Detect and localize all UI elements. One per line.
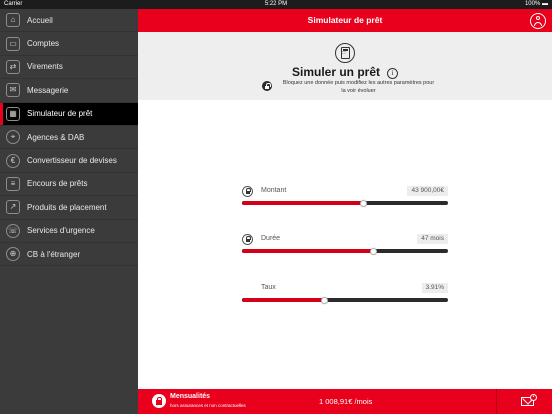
sidebar-item-encours-de-pr-ts[interactable]: ≡ Encours de prêts xyxy=(0,173,138,197)
sidebar-item-label: Messagerie xyxy=(27,85,69,95)
user-icon[interactable] xyxy=(530,12,546,29)
simulator-intro: Simuler un prêt i Bloquez une donnée puis… xyxy=(138,32,552,100)
sidebar-item-comptes[interactable]: ▭ Comptes xyxy=(0,32,138,56)
slider-fill xyxy=(242,298,325,302)
clock: 5:22 PM xyxy=(264,1,288,7)
monthly-subtitle: hors assurances et non contractuelles xyxy=(170,403,246,408)
slider-fill xyxy=(242,201,364,205)
sidebar-item-produits-de-placement[interactable]: ↗ Produits de placement xyxy=(0,196,138,220)
sidebar-item-label: CB à l'étranger xyxy=(27,249,81,259)
sidebar-item-agences-dab[interactable]: ⌖ Agences & DAB xyxy=(0,126,138,150)
sidebar-item-label: Services d'urgence xyxy=(27,226,95,236)
globe-icon: ⊕ xyxy=(6,247,20,262)
list-icon: ≡ xyxy=(6,176,20,191)
mail-badge: • xyxy=(530,394,537,401)
simulator-heading-text: Simuler un prêt xyxy=(291,65,380,79)
wallet-icon: ▭ xyxy=(6,36,20,51)
simulator-heading: Simuler un prêt i xyxy=(138,65,552,79)
status-bar: Carrier 5:22 PM 100% ▬ xyxy=(0,0,552,9)
sidebar-item-label: Accueil xyxy=(27,15,53,25)
top-bar: Simulateur de prêt xyxy=(138,9,552,32)
page-title: Simulateur de prêt xyxy=(307,15,383,25)
sidebar-item-simulateur-de-pr-t[interactable]: ▦ Simulateur de prêt xyxy=(0,102,138,126)
mail-icon: ✉ xyxy=(6,83,20,98)
sidebar-item-label: Agences & DAB xyxy=(27,132,85,142)
lock-hint-text: Bloquez une donnée puis modifiez les aut… xyxy=(282,80,435,94)
sidebar-item-cb-l-tranger[interactable]: ⊕ CB à l'étranger xyxy=(0,243,138,267)
home-icon: ⌂ xyxy=(6,13,20,28)
param-label: Durée xyxy=(261,235,281,242)
divider xyxy=(496,389,497,414)
lock-icon[interactable] xyxy=(152,394,166,408)
slider-knob[interactable] xyxy=(360,199,368,207)
currency-icon: € xyxy=(6,153,20,168)
monthly-amount: 1 008,91€ /mois xyxy=(319,397,373,406)
sidebar-item-label: Convertisseur de devises xyxy=(27,156,117,166)
slider-fill xyxy=(242,249,374,253)
param-label: Taux xyxy=(261,284,276,291)
duree-slider[interactable] xyxy=(242,247,448,255)
sidebar-item-accueil[interactable]: ⌂ Accueil xyxy=(0,9,138,33)
taux-slider[interactable] xyxy=(242,296,448,304)
chart-icon: ↗ xyxy=(6,200,20,215)
info-icon[interactable]: i xyxy=(387,68,398,79)
sidebar-item-services-d-urgence[interactable]: ☏ Services d'urgence xyxy=(0,220,138,243)
lock-hint: Bloquez une donnée puis modifiez les aut… xyxy=(262,80,437,95)
sidebar-item-label: Simulateur de prêt xyxy=(27,109,93,119)
sidebar-item-label: Produits de placement xyxy=(27,202,107,212)
transfer-icon: ⇄ xyxy=(6,59,20,74)
monthly-payment-bar: Mensualités hors assurances et non contr… xyxy=(138,389,552,414)
user-icon-body xyxy=(533,21,542,26)
sidebar-item-label: Virements xyxy=(27,62,63,72)
battery-level: 100% xyxy=(524,1,541,7)
param-label: Montant xyxy=(261,187,287,194)
sidebar-item-convertisseur-de-devises[interactable]: € Convertisseur de devises xyxy=(0,149,138,173)
montant-slider[interactable] xyxy=(242,199,448,207)
param-value: 47 mois xyxy=(417,234,448,244)
sidebar-menu: ⌂ Accueil ▭ Comptes ⇄ Virements ✉ Messagerie ▦ Si… xyxy=(0,9,138,414)
sidebar-item-messagerie[interactable]: ✉ Messagerie xyxy=(0,79,138,103)
calculator-icon: ▦ xyxy=(6,106,20,121)
sidebar-item-label: Encours de prêts xyxy=(27,179,88,189)
slider-knob[interactable] xyxy=(370,247,378,255)
slider-knob[interactable] xyxy=(320,296,328,304)
monthly-title: Mensualités xyxy=(170,393,211,400)
user-icon-head xyxy=(535,16,540,20)
calculator-icon xyxy=(335,43,355,63)
battery-indicator: 100% ▬ xyxy=(524,1,548,7)
lock-toggle-icon[interactable] xyxy=(242,186,253,197)
sidebar-item-virements[interactable]: ⇄ Virements xyxy=(0,56,138,80)
param-value: 3.91% xyxy=(421,283,448,293)
lock-toggle-icon[interactable] xyxy=(242,234,253,245)
emergency-phone-icon: ☏ xyxy=(6,223,20,238)
lock-icon xyxy=(262,81,272,91)
sidebar-item-label: Comptes xyxy=(27,39,60,49)
param-value: 43 900,00€ xyxy=(407,186,448,196)
location-pin-icon: ⌖ xyxy=(6,130,20,145)
